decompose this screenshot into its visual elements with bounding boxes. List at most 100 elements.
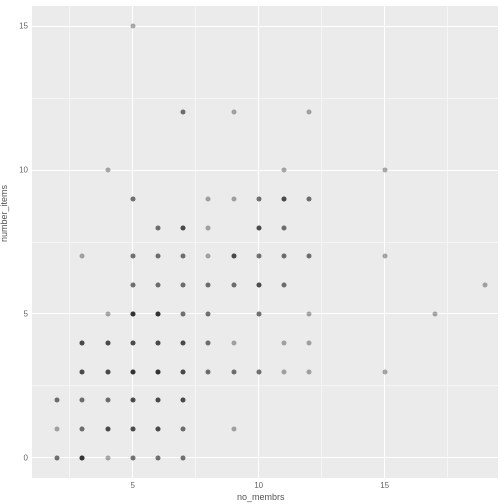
data-point [181, 455, 186, 460]
plot-panel [32, 6, 498, 478]
data-point [105, 427, 110, 432]
data-point [155, 340, 160, 345]
data-point [181, 340, 186, 345]
data-point [231, 283, 236, 288]
data-point [206, 225, 211, 230]
data-point [130, 427, 135, 432]
data-point [231, 427, 236, 432]
data-point [105, 311, 110, 316]
data-point [256, 254, 261, 259]
data-point [155, 283, 160, 288]
data-point [155, 398, 160, 403]
data-point [155, 427, 160, 432]
data-point [55, 398, 60, 403]
data-point [206, 196, 211, 201]
data-point [256, 283, 261, 288]
data-point [80, 427, 85, 432]
y-tick-label: 5 [14, 309, 28, 318]
data-point [80, 369, 85, 374]
data-point [80, 398, 85, 403]
gridline-major [32, 457, 498, 458]
y-axis-label: number_items [0, 185, 9, 242]
x-tick-label: 15 [380, 481, 389, 490]
data-point [281, 283, 286, 288]
data-point [55, 455, 60, 460]
data-point [181, 427, 186, 432]
data-point [433, 311, 438, 316]
data-point [231, 369, 236, 374]
data-point [130, 311, 135, 316]
data-point [130, 283, 135, 288]
data-point [55, 427, 60, 432]
data-point [181, 254, 186, 259]
data-point [105, 340, 110, 345]
data-point [155, 254, 160, 259]
gridline-minor [32, 242, 498, 243]
data-point [181, 110, 186, 115]
data-point [155, 455, 160, 460]
data-point [231, 340, 236, 345]
data-point [307, 110, 312, 115]
data-point [181, 369, 186, 374]
data-point [155, 225, 160, 230]
data-point [130, 369, 135, 374]
data-point [307, 340, 312, 345]
data-point [105, 168, 110, 173]
data-point [130, 196, 135, 201]
data-point [382, 369, 387, 374]
data-point [130, 398, 135, 403]
x-tick-label: 10 [254, 481, 263, 490]
data-point [231, 110, 236, 115]
data-point [231, 254, 236, 259]
data-point [307, 196, 312, 201]
data-point [130, 24, 135, 29]
gridline-minor [32, 98, 498, 99]
data-point [80, 340, 85, 345]
x-tick-label: 5 [131, 481, 135, 490]
data-point [130, 254, 135, 259]
x-axis-label: no_membrs [237, 492, 285, 502]
data-point [105, 455, 110, 460]
data-point [80, 455, 85, 460]
gridline-major [32, 313, 498, 314]
y-tick-label: 10 [14, 166, 28, 175]
data-point [206, 254, 211, 259]
data-point [130, 340, 135, 345]
data-point [256, 311, 261, 316]
data-point [206, 283, 211, 288]
data-point [181, 283, 186, 288]
data-point [281, 168, 286, 173]
data-point [281, 254, 286, 259]
data-point [105, 398, 110, 403]
data-point [155, 369, 160, 374]
data-point [307, 254, 312, 259]
y-tick-label: 15 [14, 22, 28, 31]
data-point [130, 455, 135, 460]
data-point [181, 225, 186, 230]
gridline-major [132, 6, 133, 478]
scatter-chart: no_membrs number_items 5 10 15 0 5 10 15 [0, 0, 504, 504]
gridline-major [32, 170, 498, 171]
data-point [256, 225, 261, 230]
data-point [155, 311, 160, 316]
data-point [256, 196, 261, 201]
data-point [281, 369, 286, 374]
gridline-major [32, 26, 498, 27]
data-point [231, 196, 236, 201]
data-point [382, 168, 387, 173]
y-tick-label: 0 [14, 453, 28, 462]
gridline-minor [32, 385, 498, 386]
data-point [281, 340, 286, 345]
data-point [181, 311, 186, 316]
data-point [281, 225, 286, 230]
data-point [307, 311, 312, 316]
data-point [206, 369, 211, 374]
data-point [206, 340, 211, 345]
data-point [307, 369, 312, 374]
data-point [206, 311, 211, 316]
data-point [382, 254, 387, 259]
data-point [483, 283, 488, 288]
gridline-major [258, 6, 259, 478]
data-point [105, 369, 110, 374]
data-point [256, 369, 261, 374]
